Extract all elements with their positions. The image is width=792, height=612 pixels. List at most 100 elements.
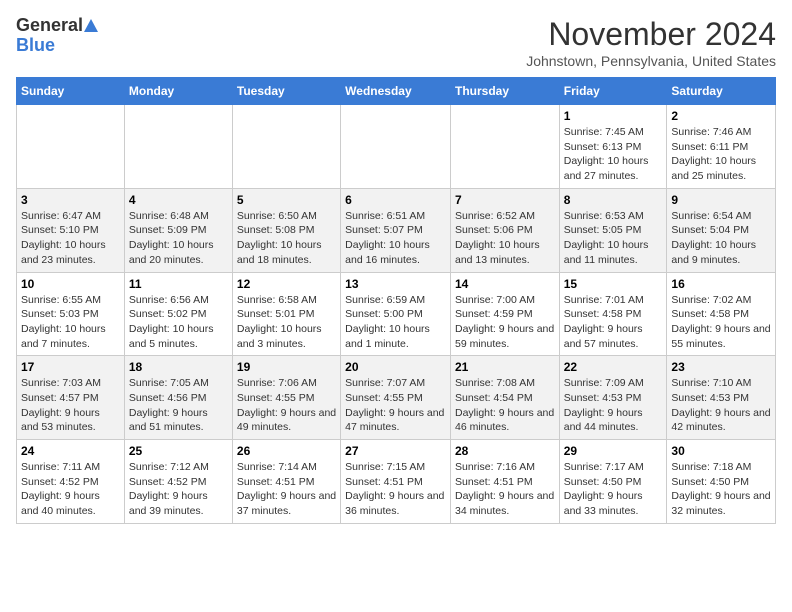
day-info: Sunrise: 7:14 AM Sunset: 4:51 PM Dayligh… — [237, 460, 336, 519]
day-info: Sunrise: 7:01 AM Sunset: 4:58 PM Dayligh… — [564, 293, 663, 352]
day-number: 18 — [129, 360, 228, 374]
calendar-cell: 15 Sunrise: 7:01 AM Sunset: 4:58 PM Dayli… — [559, 272, 667, 356]
calendar-cell: 10 Sunrise: 6:55 AM Sunset: 5:03 PM Dayli… — [17, 272, 125, 356]
calendar-cell: 19 Sunrise: 7:06 AM Sunset: 4:55 PM Dayli… — [232, 356, 340, 440]
calendar-cell: 3 Sunrise: 6:47 AM Sunset: 5:10 PM Daylig… — [17, 188, 125, 272]
day-header-tuesday: Tuesday — [232, 78, 340, 105]
calendar-cell: 2Sunrise: 7:46 AM Sunset: 6:11 PM Daylig… — [667, 105, 776, 189]
calendar-cell: 14 Sunrise: 7:00 AM Sunset: 4:59 PM Dayli… — [450, 272, 559, 356]
day-number: 15 — [564, 277, 663, 291]
calendar-cell: 16Sunrise: 7:02 AM Sunset: 4:58 PM Dayli… — [667, 272, 776, 356]
day-info: Sunrise: 6:48 AM Sunset: 5:09 PM Dayligh… — [129, 209, 228, 268]
calendar-cell: 20Sunrise: 7:07 AM Sunset: 4:55 PM Dayli… — [341, 356, 451, 440]
day-number: 3 — [21, 193, 120, 207]
day-number: 5 — [237, 193, 336, 207]
day-info: Sunrise: 7:09 AM Sunset: 4:53 PM Dayligh… — [564, 376, 663, 435]
calendar-cell: 8 Sunrise: 6:53 AM Sunset: 5:05 PM Daylig… — [559, 188, 667, 272]
logo-text-general: General — [16, 16, 83, 36]
calendar-cell — [232, 105, 340, 189]
calendar-cell: 29 Sunrise: 7:17 AM Sunset: 4:50 PM Dayli… — [559, 440, 667, 524]
day-number: 2 — [671, 109, 771, 123]
calendar-cell: 13 Sunrise: 6:59 AM Sunset: 5:00 PM Dayli… — [341, 272, 451, 356]
day-info: Sunrise: 7:06 AM Sunset: 4:55 PM Dayligh… — [237, 376, 336, 435]
day-info: Sunrise: 6:53 AM Sunset: 5:05 PM Dayligh… — [564, 209, 663, 268]
logo-text-blue: Blue — [16, 36, 55, 56]
day-info: Sunrise: 7:05 AM Sunset: 4:56 PM Dayligh… — [129, 376, 228, 435]
calendar-cell: 24 Sunrise: 7:11 AM Sunset: 4:52 PM Dayli… — [17, 440, 125, 524]
day-number: 25 — [129, 444, 228, 458]
day-number: 28 — [455, 444, 555, 458]
day-info: Sunrise: 6:59 AM Sunset: 5:00 PM Dayligh… — [345, 293, 446, 352]
calendar-header-row: SundayMondayTuesdayWednesdayThursdayFrid… — [17, 78, 776, 105]
day-header-sunday: Sunday — [17, 78, 125, 105]
day-number: 8 — [564, 193, 663, 207]
day-info: Sunrise: 7:45 AM Sunset: 6:13 PM Dayligh… — [564, 125, 663, 184]
day-info: Sunrise: 7:08 AM Sunset: 4:54 PM Dayligh… — [455, 376, 555, 435]
day-number: 24 — [21, 444, 120, 458]
day-number: 26 — [237, 444, 336, 458]
day-number: 16 — [671, 277, 771, 291]
day-number: 11 — [129, 277, 228, 291]
day-info: Sunrise: 6:47 AM Sunset: 5:10 PM Dayligh… — [21, 209, 120, 268]
calendar-cell: 26 Sunrise: 7:14 AM Sunset: 4:51 PM Dayli… — [232, 440, 340, 524]
day-info: Sunrise: 6:52 AM Sunset: 5:06 PM Dayligh… — [455, 209, 555, 268]
day-number: 19 — [237, 360, 336, 374]
day-info: Sunrise: 7:00 AM Sunset: 4:59 PM Dayligh… — [455, 293, 555, 352]
day-number: 22 — [564, 360, 663, 374]
calendar-cell: 21Sunrise: 7:08 AM Sunset: 4:54 PM Dayli… — [450, 356, 559, 440]
day-number: 30 — [671, 444, 771, 458]
day-info: Sunrise: 6:55 AM Sunset: 5:03 PM Dayligh… — [21, 293, 120, 352]
calendar-cell — [341, 105, 451, 189]
day-header-monday: Monday — [124, 78, 232, 105]
calendar-week-row: 17 Sunrise: 7:03 AM Sunset: 4:57 PM Dayli… — [17, 356, 776, 440]
day-header-thursday: Thursday — [450, 78, 559, 105]
calendar-table: SundayMondayTuesdayWednesdayThursdayFrid… — [16, 77, 776, 524]
title-section: November 2024 Johnstown, Pennsylvania, U… — [526, 16, 776, 69]
day-info: Sunrise: 6:51 AM Sunset: 5:07 PM Dayligh… — [345, 209, 446, 268]
day-info: Sunrise: 7:12 AM Sunset: 4:52 PM Dayligh… — [129, 460, 228, 519]
calendar-cell — [17, 105, 125, 189]
day-info: Sunrise: 7:15 AM Sunset: 4:51 PM Dayligh… — [345, 460, 446, 519]
day-info: Sunrise: 7:07 AM Sunset: 4:55 PM Dayligh… — [345, 376, 446, 435]
logo: General Blue — [16, 16, 99, 56]
day-info: Sunrise: 7:16 AM Sunset: 4:51 PM Dayligh… — [455, 460, 555, 519]
day-header-wednesday: Wednesday — [341, 78, 451, 105]
calendar-cell: 4 Sunrise: 6:48 AM Sunset: 5:09 PM Daylig… — [124, 188, 232, 272]
day-info: Sunrise: 7:10 AM Sunset: 4:53 PM Dayligh… — [671, 376, 771, 435]
calendar-cell: 27Sunrise: 7:15 AM Sunset: 4:51 PM Dayli… — [341, 440, 451, 524]
day-info: Sunrise: 7:11 AM Sunset: 4:52 PM Dayligh… — [21, 460, 120, 519]
calendar-cell: 5 Sunrise: 6:50 AM Sunset: 5:08 PM Daylig… — [232, 188, 340, 272]
day-header-friday: Friday — [559, 78, 667, 105]
calendar-cell — [450, 105, 559, 189]
location-subtitle: Johnstown, Pennsylvania, United States — [526, 53, 776, 69]
day-info: Sunrise: 7:03 AM Sunset: 4:57 PM Dayligh… — [21, 376, 120, 435]
calendar-cell: 17 Sunrise: 7:03 AM Sunset: 4:57 PM Dayli… — [17, 356, 125, 440]
day-number: 6 — [345, 193, 446, 207]
day-number: 17 — [21, 360, 120, 374]
calendar-cell: 23Sunrise: 7:10 AM Sunset: 4:53 PM Dayli… — [667, 356, 776, 440]
day-number: 7 — [455, 193, 555, 207]
day-number: 13 — [345, 277, 446, 291]
calendar-cell: 9 Sunrise: 6:54 AM Sunset: 5:04 PM Daylig… — [667, 188, 776, 272]
day-number: 14 — [455, 277, 555, 291]
day-number: 4 — [129, 193, 228, 207]
calendar-cell: 1 Sunrise: 7:45 AM Sunset: 6:13 PM Daylig… — [559, 105, 667, 189]
calendar-week-row: 24 Sunrise: 7:11 AM Sunset: 4:52 PM Dayli… — [17, 440, 776, 524]
day-number: 1 — [564, 109, 663, 123]
day-number: 10 — [21, 277, 120, 291]
day-info: Sunrise: 7:17 AM Sunset: 4:50 PM Dayligh… — [564, 460, 663, 519]
day-info: Sunrise: 7:18 AM Sunset: 4:50 PM Dayligh… — [671, 460, 771, 519]
calendar-cell: 11 Sunrise: 6:56 AM Sunset: 5:02 PM Dayli… — [124, 272, 232, 356]
day-number: 12 — [237, 277, 336, 291]
day-info: Sunrise: 6:50 AM Sunset: 5:08 PM Dayligh… — [237, 209, 336, 268]
day-number: 29 — [564, 444, 663, 458]
day-number: 9 — [671, 193, 771, 207]
logo-icon — [83, 18, 99, 34]
day-info: Sunrise: 6:54 AM Sunset: 5:04 PM Dayligh… — [671, 209, 771, 268]
calendar-cell: 6 Sunrise: 6:51 AM Sunset: 5:07 PM Daylig… — [341, 188, 451, 272]
calendar-cell: 18 Sunrise: 7:05 AM Sunset: 4:56 PM Dayli… — [124, 356, 232, 440]
day-info: Sunrise: 6:56 AM Sunset: 5:02 PM Dayligh… — [129, 293, 228, 352]
calendar-week-row: 3 Sunrise: 6:47 AM Sunset: 5:10 PM Daylig… — [17, 188, 776, 272]
day-info: Sunrise: 6:58 AM Sunset: 5:01 PM Dayligh… — [237, 293, 336, 352]
calendar-cell: 12 Sunrise: 6:58 AM Sunset: 5:01 PM Dayli… — [232, 272, 340, 356]
